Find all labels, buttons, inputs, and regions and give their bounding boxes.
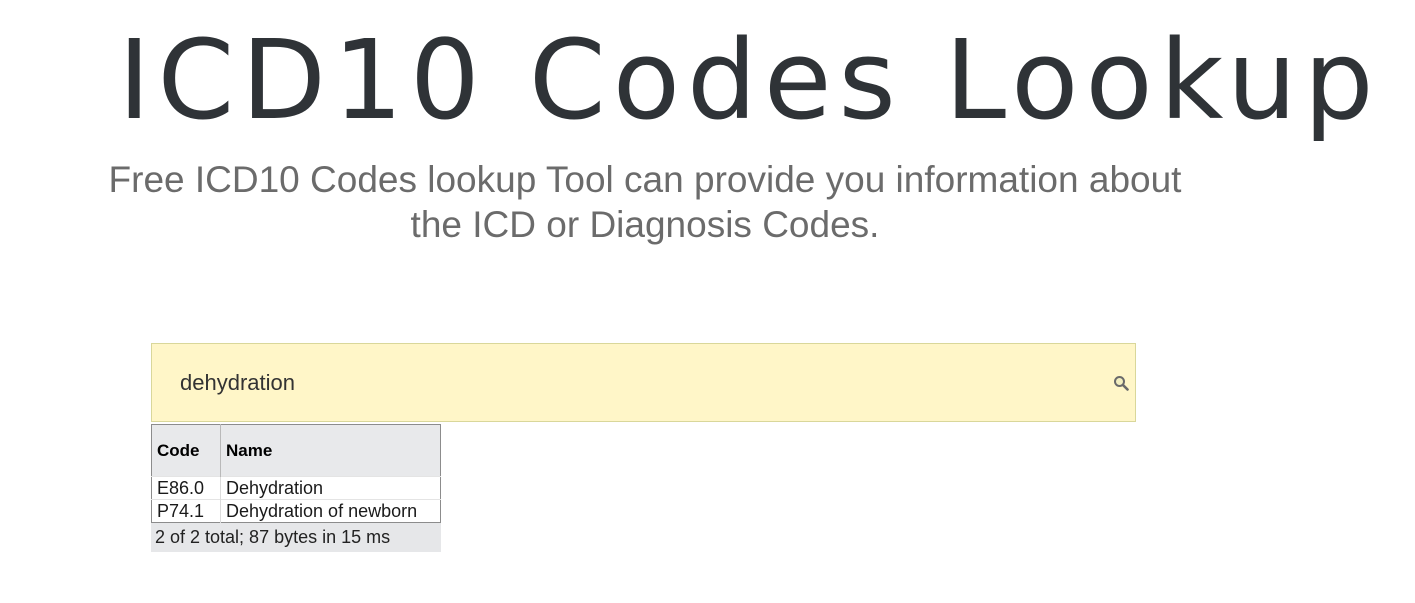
page-title: ICD10 Codes Lookup	[118, 16, 1381, 144]
results-summary: 2 of 2 total; 87 bytes in 15 ms	[151, 523, 441, 552]
search-icon[interactable]	[1113, 375, 1129, 391]
table-row[interactable]: P74.1 Dehydration of newborn	[151, 499, 441, 523]
table-row[interactable]: E86.0 Dehydration	[151, 476, 441, 500]
results-table: Code Name E86.0 Dehydration P74.1 Dehydr…	[151, 424, 441, 523]
column-header-code: Code	[151, 424, 221, 477]
results-header-row: Code Name	[151, 424, 441, 477]
search-input[interactable]	[180, 364, 1080, 402]
column-header-name: Name	[220, 424, 441, 477]
search-box	[151, 343, 1136, 422]
autocomplete-results: Code Name E86.0 Dehydration P74.1 Dehydr…	[151, 424, 441, 552]
row-code: P74.1	[151, 499, 221, 523]
row-name: Dehydration of newborn	[220, 499, 441, 523]
page-subtitle: Free ICD10 Codes lookup Tool can provide…	[108, 159, 1182, 245]
row-code: E86.0	[151, 476, 221, 500]
row-name: Dehydration	[220, 476, 441, 500]
